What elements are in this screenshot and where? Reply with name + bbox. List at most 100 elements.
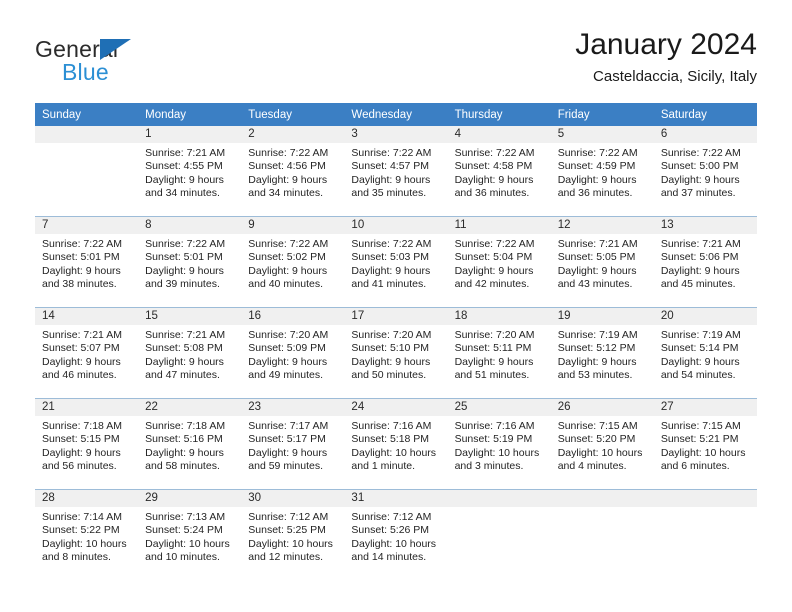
weekday-header-tuesday: Tuesday: [241, 103, 345, 126]
calendar-day-cell[interactable]: 9 Sunrise: 7:22 AM Sunset: 5:02 PM Daylight…: [241, 216, 345, 308]
calendar-day-cell[interactable]: 23 Sunrise: 7:17 AM Sunset: 5:17 PM Dayligh…: [241, 398, 345, 490]
calendar-day-cell[interactable]: 7 Sunrise: 7:22 AM Sunset: 5:01 PM Daylight…: [35, 216, 139, 308]
day-number: 17: [344, 308, 448, 325]
title-block: January 2024 Casteldaccia, Sicily, Italy: [575, 28, 757, 88]
day-number: 24: [344, 399, 448, 416]
calendar-day-cell[interactable]: 1 Sunrise: 7:21 AM Sunset: 4:55 PM Daylight…: [138, 126, 242, 217]
day-number: [550, 490, 654, 507]
calendar-day-cell[interactable]: 16 Sunrise: 7:20 AM Sunset: 5:09 PM Dayligh…: [241, 307, 345, 399]
calendar-day-cell[interactable]: 10 Sunrise: 7:22 AM Sunset: 5:03 PM Dayligh…: [344, 216, 448, 308]
daylight-text-line2: and 46 minutes.: [42, 369, 117, 382]
sunset-text: Sunset: 5:07 PM: [42, 342, 120, 355]
sunrise-text: Sunrise: 7:22 AM: [454, 147, 535, 159]
calendar-day-cell[interactable]: 11 Sunrise: 7:22 AM Sunset: 5:04 PM Dayligh…: [447, 216, 551, 308]
daylight-text-line2: and 14 minutes.: [351, 551, 427, 564]
day-number: 21: [35, 399, 139, 416]
day-details: Sunrise: 7:20 AM Sunset: 5:10 PM Daylight:…: [344, 325, 447, 383]
day-details: Sunrise: 7:15 AM Sunset: 5:20 PM Daylight:…: [551, 416, 654, 474]
sunrise-text: Sunrise: 7:15 AM: [660, 420, 741, 432]
day-number: 1: [138, 126, 242, 143]
daylight-text-line1: Daylight: 10 hours: [145, 537, 230, 550]
day-number: 6: [653, 126, 757, 143]
daylight-text-line2: and 10 minutes.: [145, 551, 220, 564]
sunset-text: Sunset: 5:04 PM: [454, 251, 533, 264]
calendar-day-cell[interactable]: 22 Sunrise: 7:18 AM Sunset: 5:16 PM Dayligh…: [138, 398, 242, 490]
calendar-day-cell[interactable]: 26 Sunrise: 7:15 AM Sunset: 5:20 PM Dayligh…: [550, 398, 654, 490]
calendar-day-cell[interactable]: 5 Sunrise: 7:22 AM Sunset: 4:59 PM Daylight…: [550, 126, 654, 217]
calendar-day-cell[interactable]: 27 Sunrise: 7:15 AM Sunset: 5:21 PM Dayligh…: [653, 398, 757, 490]
calendar-day-cell[interactable]: 17 Sunrise: 7:20 AM Sunset: 5:10 PM Dayligh…: [344, 307, 448, 399]
day-number: 2: [241, 126, 345, 143]
sunrise-text: Sunrise: 7:15 AM: [557, 420, 638, 432]
daylight-text-line1: Daylight: 10 hours: [454, 446, 540, 459]
daylight-text-line2: and 39 minutes.: [145, 278, 220, 291]
calendar-day-cell[interactable]: 31 Sunrise: 7:12 AM Sunset: 5:26 PM Dayligh…: [344, 489, 448, 580]
sunset-text: Sunset: 4:55 PM: [145, 160, 223, 173]
logo-text-blue: Blue: [62, 59, 109, 85]
day-number: 30: [241, 490, 345, 507]
calendar-day-cell[interactable]: 4 Sunrise: 7:22 AM Sunset: 4:58 PM Daylight…: [447, 126, 551, 217]
sunset-text: Sunset: 4:59 PM: [557, 160, 636, 173]
sunset-text: Sunset: 4:57 PM: [351, 160, 430, 173]
calendar-body: 1 Sunrise: 7:21 AM Sunset: 4:55 PM Daylight…: [35, 126, 757, 580]
calendar-day-cell[interactable]: 20 Sunrise: 7:19 AM Sunset: 5:14 PM Dayligh…: [653, 307, 757, 399]
weekday-header-monday: Monday: [138, 103, 242, 126]
calendar-day-cell[interactable]: 29 Sunrise: 7:13 AM Sunset: 5:24 PM Dayligh…: [138, 489, 242, 580]
calendar-day-cell[interactable]: 2 Sunrise: 7:22 AM Sunset: 4:56 PM Daylight…: [241, 126, 345, 217]
calendar-day-cell[interactable]: 14 Sunrise: 7:21 AM Sunset: 5:07 PM Dayligh…: [35, 307, 139, 399]
day-details: Sunrise: 7:22 AM Sunset: 5:04 PM Daylight:…: [448, 234, 551, 292]
day-number: 7: [35, 217, 139, 234]
day-number: [653, 490, 757, 507]
calendar-day-cell[interactable]: 13 Sunrise: 7:21 AM Sunset: 5:06 PM Dayligh…: [653, 216, 757, 308]
calendar-day-cell[interactable]: 8 Sunrise: 7:22 AM Sunset: 5:01 PM Daylight…: [138, 216, 242, 308]
day-number: 4: [447, 126, 551, 143]
sunset-text: Sunset: 5:14 PM: [660, 342, 739, 355]
sunrise-text: Sunrise: 7:21 AM: [42, 329, 122, 341]
sunset-text: Sunset: 5:24 PM: [145, 524, 223, 537]
daylight-text-line2: and 54 minutes.: [660, 369, 736, 382]
sunrise-text: Sunrise: 7:22 AM: [660, 147, 741, 159]
sunrise-text: Sunrise: 7:19 AM: [557, 329, 638, 341]
calendar-day-cell[interactable]: 25 Sunrise: 7:16 AM Sunset: 5:19 PM Dayligh…: [447, 398, 551, 490]
sunrise-text: Sunrise: 7:12 AM: [351, 511, 432, 523]
day-number: 16: [241, 308, 345, 325]
general-blue-logo[interactable]: General Blue: [35, 36, 265, 94]
daylight-text-line2: and 40 minutes.: [248, 278, 323, 291]
calendar-day-cell[interactable]: 24 Sunrise: 7:16 AM Sunset: 5:18 PM Dayligh…: [344, 398, 448, 490]
daylight-text-line1: Daylight: 9 hours: [454, 264, 534, 277]
calendar-day-cell[interactable]: 15 Sunrise: 7:21 AM Sunset: 5:08 PM Dayligh…: [138, 307, 242, 399]
daylight-text-line2: and 59 minutes.: [248, 460, 323, 473]
day-number: 11: [447, 217, 551, 234]
calendar-day-cell[interactable]: 18 Sunrise: 7:20 AM Sunset: 5:11 PM Dayligh…: [447, 307, 551, 399]
day-details: Sunrise: 7:21 AM Sunset: 5:06 PM Daylight:…: [654, 234, 757, 292]
daylight-text-line2: and 4 minutes.: [557, 460, 627, 473]
sunset-text: Sunset: 5:20 PM: [557, 433, 636, 446]
page-subtitle: Casteldaccia, Sicily, Italy: [593, 68, 757, 85]
weekday-header-friday: Friday: [550, 103, 654, 126]
calendar-day-cell[interactable]: 12 Sunrise: 7:21 AM Sunset: 5:05 PM Dayligh…: [550, 216, 654, 308]
day-number: 25: [447, 399, 551, 416]
calendar-day-cell[interactable]: 3 Sunrise: 7:22 AM Sunset: 4:57 PM Daylight…: [344, 126, 448, 217]
daylight-text-line1: Daylight: 9 hours: [248, 173, 328, 186]
day-number: 3: [344, 126, 448, 143]
day-number: 19: [550, 308, 654, 325]
weekday-header-thursday: Thursday: [447, 103, 551, 126]
day-details: Sunrise: 7:13 AM Sunset: 5:24 PM Daylight:…: [138, 507, 241, 565]
calendar-day-cell[interactable]: 19 Sunrise: 7:19 AM Sunset: 5:12 PM Dayligh…: [550, 307, 654, 399]
calendar-week-row: 14 Sunrise: 7:21 AM Sunset: 5:07 PM Dayligh…: [35, 307, 757, 399]
daylight-text-line2: and 58 minutes.: [145, 460, 220, 473]
sunrise-text: Sunrise: 7:13 AM: [145, 511, 226, 523]
calendar-day-cell[interactable]: 28 Sunrise: 7:14 AM Sunset: 5:22 PM Dayligh…: [35, 489, 139, 580]
daylight-text-line1: Daylight: 9 hours: [454, 173, 534, 186]
day-details: Sunrise: 7:21 AM Sunset: 5:05 PM Daylight:…: [551, 234, 654, 292]
daylight-text-line2: and 34 minutes.: [145, 187, 220, 200]
sunset-text: Sunset: 5:09 PM: [248, 342, 326, 355]
daylight-text-line1: Daylight: 9 hours: [42, 446, 121, 459]
calendar-day-cell[interactable]: 21 Sunrise: 7:18 AM Sunset: 5:15 PM Dayligh…: [35, 398, 139, 490]
daylight-text-line1: Daylight: 10 hours: [351, 446, 437, 459]
daylight-text-line2: and 53 minutes.: [557, 369, 633, 382]
calendar-day-cell[interactable]: 6 Sunrise: 7:22 AM Sunset: 5:00 PM Daylight…: [653, 126, 757, 217]
sunrise-text: Sunrise: 7:21 AM: [145, 329, 226, 341]
daylight-text-line1: Daylight: 9 hours: [351, 173, 431, 186]
calendar-day-cell[interactable]: 30 Sunrise: 7:12 AM Sunset: 5:25 PM Dayligh…: [241, 489, 345, 580]
